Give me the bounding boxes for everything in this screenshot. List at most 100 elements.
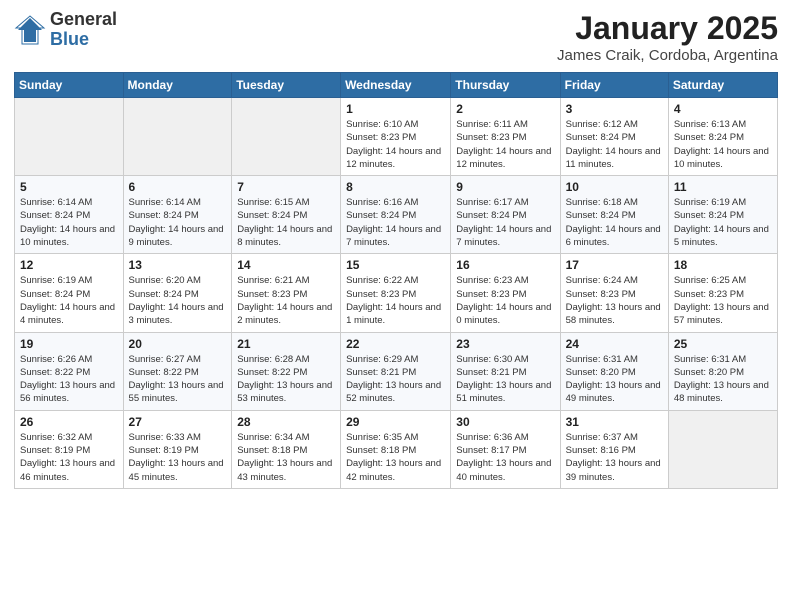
table-row: 31Sunrise: 6:37 AM Sunset: 8:16 PM Dayli… [560, 410, 668, 488]
day-info: Sunrise: 6:25 AM Sunset: 8:23 PM Dayligh… [674, 274, 772, 327]
table-row: 25 Sunrise: 6:31 AM Sunset: 8:20 PM Dayli… [668, 332, 777, 410]
table-row: 3 Sunrise: 6:12 AM Sunset: 8:24 PM Daylig… [560, 98, 668, 176]
col-saturday: Saturday [668, 73, 777, 98]
day-number: 13 [129, 258, 227, 272]
day-number: 2 [456, 102, 554, 116]
table-row: 27Sunrise: 6:33 AM Sunset: 8:19 PM Dayli… [123, 410, 232, 488]
day-info: Sunrise: 6:11 AM Sunset: 8:23 PM Dayligh… [456, 118, 554, 171]
table-row: 7 Sunrise: 6:15 AM Sunset: 8:24 PM Daylig… [232, 176, 341, 254]
table-row: 8 Sunrise: 6:16 AM Sunset: 8:24 PM Daylig… [341, 176, 451, 254]
calendar-title: January 2025 [557, 10, 778, 47]
day-number: 29 [346, 415, 445, 429]
table-row: 30Sunrise: 6:36 AM Sunset: 8:17 PM Dayli… [451, 410, 560, 488]
table-row: 21 Sunrise: 6:28 AM Sunset: 8:22 PM Dayli… [232, 332, 341, 410]
calendar-week-row: 26Sunrise: 6:32 AM Sunset: 8:19 PM Dayli… [15, 410, 778, 488]
col-tuesday: Tuesday [232, 73, 341, 98]
page-container: General Blue January 2025 James Craik, C… [0, 0, 792, 497]
day-number: 11 [674, 180, 772, 194]
day-info: Sunrise: 6:13 AM Sunset: 8:24 PM Dayligh… [674, 118, 772, 171]
table-row: 20Sunrise: 6:27 AM Sunset: 8:22 PM Dayli… [123, 332, 232, 410]
calendar-week-row: 1Sunrise: 6:10 AM Sunset: 8:23 PM Daylig… [15, 98, 778, 176]
table-row: 12Sunrise: 6:19 AM Sunset: 8:24 PM Dayli… [15, 254, 124, 332]
header: General Blue January 2025 James Craik, C… [14, 10, 778, 64]
calendar-body: 1Sunrise: 6:10 AM Sunset: 8:23 PM Daylig… [15, 98, 778, 489]
day-number: 15 [346, 258, 445, 272]
day-number: 8 [346, 180, 445, 194]
day-info: Sunrise: 6:12 AM Sunset: 8:24 PM Dayligh… [566, 118, 663, 171]
calendar-week-row: 5 Sunrise: 6:14 AM Sunset: 8:24 PM Daylig… [15, 176, 778, 254]
day-info: Sunrise: 6:28 AM Sunset: 8:22 PM Dayligh… [237, 353, 335, 406]
calendar-week-row: 12Sunrise: 6:19 AM Sunset: 8:24 PM Dayli… [15, 254, 778, 332]
day-number: 22 [346, 337, 445, 351]
day-info: Sunrise: 6:23 AM Sunset: 8:23 PM Dayligh… [456, 274, 554, 327]
day-number: 21 [237, 337, 335, 351]
day-info: Sunrise: 6:16 AM Sunset: 8:24 PM Dayligh… [346, 196, 445, 249]
table-row: 18 Sunrise: 6:25 AM Sunset: 8:23 PM Dayli… [668, 254, 777, 332]
table-row: 4 Sunrise: 6:13 AM Sunset: 8:24 PM Daylig… [668, 98, 777, 176]
day-number: 7 [237, 180, 335, 194]
day-number: 26 [20, 415, 118, 429]
day-info: Sunrise: 6:10 AM Sunset: 8:23 PM Dayligh… [346, 118, 445, 171]
table-row: 23Sunrise: 6:30 AM Sunset: 8:21 PM Dayli… [451, 332, 560, 410]
day-number: 24 [566, 337, 663, 351]
day-info: Sunrise: 6:22 AM Sunset: 8:23 PM Dayligh… [346, 274, 445, 327]
day-info: Sunrise: 6:31 AM Sunset: 8:20 PM Dayligh… [674, 353, 772, 406]
col-friday: Friday [560, 73, 668, 98]
table-row: 15 Sunrise: 6:22 AM Sunset: 8:23 PM Dayli… [341, 254, 451, 332]
day-number: 31 [566, 415, 663, 429]
day-info: Sunrise: 6:19 AM Sunset: 8:24 PM Dayligh… [20, 274, 118, 327]
table-row: 11 Sunrise: 6:19 AM Sunset: 8:24 PM Dayli… [668, 176, 777, 254]
table-row: 22Sunrise: 6:29 AM Sunset: 8:21 PM Dayli… [341, 332, 451, 410]
day-number: 19 [20, 337, 118, 351]
logo-blue-text: Blue [50, 30, 117, 50]
day-number: 10 [566, 180, 663, 194]
table-row: 9Sunrise: 6:17 AM Sunset: 8:24 PM Daylig… [451, 176, 560, 254]
day-info: Sunrise: 6:27 AM Sunset: 8:22 PM Dayligh… [129, 353, 227, 406]
day-number: 3 [566, 102, 663, 116]
day-number: 9 [456, 180, 554, 194]
table-row: 14 Sunrise: 6:21 AM Sunset: 8:23 PM Dayli… [232, 254, 341, 332]
logo: General Blue [14, 10, 117, 50]
calendar-header-row: Sunday Monday Tuesday Wednesday Thursday… [15, 73, 778, 98]
calendar-subtitle: James Craik, Cordoba, Argentina [557, 47, 778, 64]
day-info: Sunrise: 6:26 AM Sunset: 8:22 PM Dayligh… [20, 353, 118, 406]
day-number: 18 [674, 258, 772, 272]
day-info: Sunrise: 6:15 AM Sunset: 8:24 PM Dayligh… [237, 196, 335, 249]
table-row: 17 Sunrise: 6:24 AM Sunset: 8:23 PM Dayli… [560, 254, 668, 332]
table-row: 6 Sunrise: 6:14 AM Sunset: 8:24 PM Daylig… [123, 176, 232, 254]
table-row [232, 98, 341, 176]
day-info: Sunrise: 6:19 AM Sunset: 8:24 PM Dayligh… [674, 196, 772, 249]
day-info: Sunrise: 6:14 AM Sunset: 8:24 PM Dayligh… [20, 196, 118, 249]
table-row: 29 Sunrise: 6:35 AM Sunset: 8:18 PM Dayli… [341, 410, 451, 488]
table-row: 13Sunrise: 6:20 AM Sunset: 8:24 PM Dayli… [123, 254, 232, 332]
day-info: Sunrise: 6:35 AM Sunset: 8:18 PM Dayligh… [346, 431, 445, 484]
table-row [668, 410, 777, 488]
logo-text: General Blue [50, 10, 117, 50]
day-number: 25 [674, 337, 772, 351]
day-info: Sunrise: 6:31 AM Sunset: 8:20 PM Dayligh… [566, 353, 663, 406]
table-row [123, 98, 232, 176]
day-info: Sunrise: 6:14 AM Sunset: 8:24 PM Dayligh… [129, 196, 227, 249]
calendar-week-row: 19 Sunrise: 6:26 AM Sunset: 8:22 PM Dayli… [15, 332, 778, 410]
day-info: Sunrise: 6:24 AM Sunset: 8:23 PM Dayligh… [566, 274, 663, 327]
table-row: 1Sunrise: 6:10 AM Sunset: 8:23 PM Daylig… [341, 98, 451, 176]
day-number: 30 [456, 415, 554, 429]
table-row: 2 Sunrise: 6:11 AM Sunset: 8:23 PM Daylig… [451, 98, 560, 176]
day-number: 4 [674, 102, 772, 116]
day-info: Sunrise: 6:34 AM Sunset: 8:18 PM Dayligh… [237, 431, 335, 484]
calendar-table: Sunday Monday Tuesday Wednesday Thursday… [14, 72, 778, 489]
day-info: Sunrise: 6:21 AM Sunset: 8:23 PM Dayligh… [237, 274, 335, 327]
col-sunday: Sunday [15, 73, 124, 98]
day-number: 16 [456, 258, 554, 272]
day-number: 5 [20, 180, 118, 194]
logo-general-text: General [50, 10, 117, 30]
day-number: 28 [237, 415, 335, 429]
table-row [15, 98, 124, 176]
day-number: 6 [129, 180, 227, 194]
day-number: 14 [237, 258, 335, 272]
col-monday: Monday [123, 73, 232, 98]
day-number: 17 [566, 258, 663, 272]
table-row: 5 Sunrise: 6:14 AM Sunset: 8:24 PM Daylig… [15, 176, 124, 254]
col-thursday: Thursday [451, 73, 560, 98]
table-row: 16 Sunrise: 6:23 AM Sunset: 8:23 PM Dayli… [451, 254, 560, 332]
